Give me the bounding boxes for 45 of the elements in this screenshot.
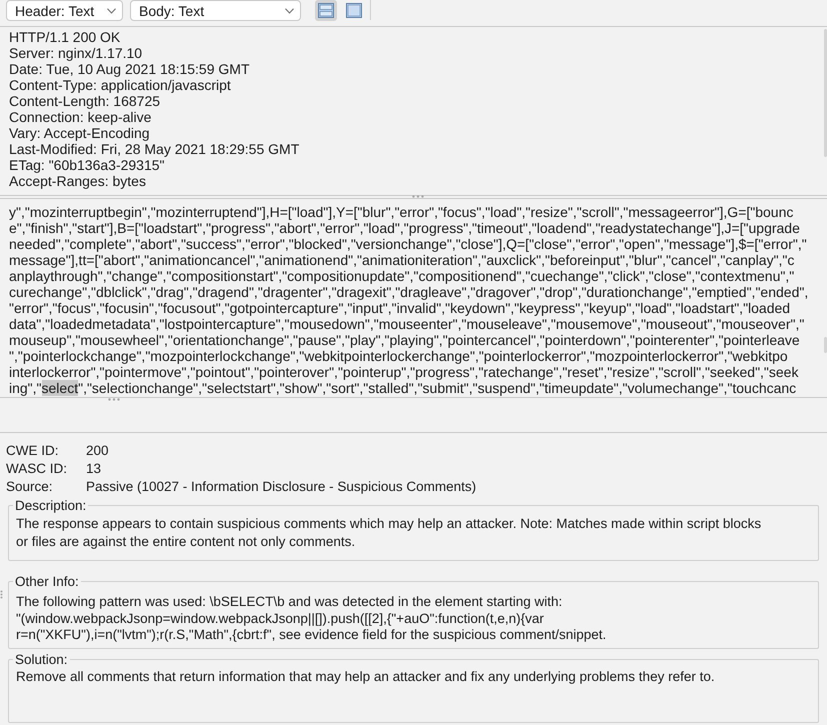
header-line: Vary: Accept-Encoding [9,125,150,141]
section-text: Remove all comments that return information that may help an attacker and fix any underlying problems they refer to. [16,668,716,686]
format-dropdown[interactable]: Body: Text [130,0,301,21]
body-text-line: y","mozinterruptbegin","mozinterruptend"],H=["load"],Y=["blur","error","focus","load","resize","scroll","messageerror"],G=["bounc [9,204,794,220]
header-line: Last-Modified: Fri, 28 May 2021 18:29:55 GMT [9,141,300,157]
field-value: 200 [86,442,109,460]
section-text: The following pattern was used: \bSELECT\b and was detected in the element starting with: "(window.webpackJsonp=window.webpackJsonp||[]).push([[2],{"+auO":function(t,e,n){var r=n("XKFU"),i=n("lvtm");r(r.S,"Math",{cbrt:f", see evidence field for the suspicious comment/snippet. [16,593,608,644]
header-line: HTTP/1.1 200 OK [9,29,120,45]
header-line: Accept-Ranges: bytes [9,173,146,189]
header-line: Connection: keep-alive [9,109,152,125]
chevron-down-icon [107,8,116,14]
chevron-down-icon [285,8,294,14]
section-title: Other Info: [14,573,80,590]
field-label: WASC ID: [6,460,68,478]
header-line: Content-Type: application/javascript [9,77,231,93]
section-title: Solution: [14,651,69,668]
body-text-line: message"],tt=["abort","animationcancel","animationend","animationiteration","auxclick","beforeinput","blur","cancel","canplay","c [9,252,794,268]
header-line: Server: nginx/1.17.10 [9,45,142,61]
body-text-line: mouseup","mousewheel","orientationchange","pause","play","playing","pointercancel","pointerdown","pointerenter","pointerleave [9,332,800,348]
body-text-line: interlockerror","pointermove","pointout","pointerover","pointerup","progress","ratechange","reset","resize","scroll","seeked","seek [9,364,798,380]
body-text-line: "error","focus","focusin","focusout","gotpointercapture","input","invalid","keydown","keypress","keyup","load","loadstart","loaded [9,300,790,316]
header-line: Content-Length: 168725 [9,93,160,109]
field-label: Source: [6,478,54,496]
header-line: ETag: "60b136a3-29315" [9,157,165,173]
field-value: 13 [86,460,102,478]
field-label: CWE ID: [6,442,60,460]
body-text-line: e","finish","start"],B=["loadstart","progress","abort","error","load","progress","timeout","loadend","readystatechange"],J=["upgrade [9,220,800,236]
section-title: Description: [14,497,88,514]
split-pane-icon [318,3,334,18]
format-dropdown[interactable]: Header: Text [6,0,123,21]
layout-button[interactable] [343,0,365,21]
body-text-line: data","loadedmetadata","lostpointercapture","mousedown","mouseenter","mouseleave","mousemove","mouseout","mouseover"," [9,316,804,332]
body-text-line: ing","select","selectionchange","selectstart","show","sort","stalled","submit","suspend","timeupdate","volumechange","touchcanc [9,380,796,396]
splitter-handle-icon[interactable] [108,398,120,401]
body-text-line: curechange","dblclick","drag","dragend","dragenter","dragexit","dragleave","dragover","drop","durationchange","emptied","ended", [9,284,808,300]
body-text-line: needed","complete","abort","success","error","blocked","versionchange","close"],Q=["close","error","open","message"],$=["error"," [9,236,807,252]
field-value: Passive (10027 - Information Disclosure - Suspicious Comments) [86,478,476,496]
single-pane-icon [346,3,362,18]
splitter-handle-icon[interactable] [412,195,424,198]
body-text-line: anplaythrough","change","compositionstart","compositionupdate","compositionend","cuechange","click","close","contextmenu"," [9,268,794,284]
layout-button[interactable] [315,0,337,21]
splitter-grip-icon[interactable] [0,590,3,599]
section-text: The response appears to contain suspicious comments which may help an attacker. Note: Matches made within script blocks or files are against the entire content not only comments. [16,515,762,551]
body-text-line: ","pointerlockchange","mozpointerlockchange","webkitpointerlockerchange","pointerlockerror","mozpointerlockerror","webkitpo [9,348,788,364]
header-line: Date: Tue, 10 Aug 2021 18:15:59 GMT [9,61,250,77]
